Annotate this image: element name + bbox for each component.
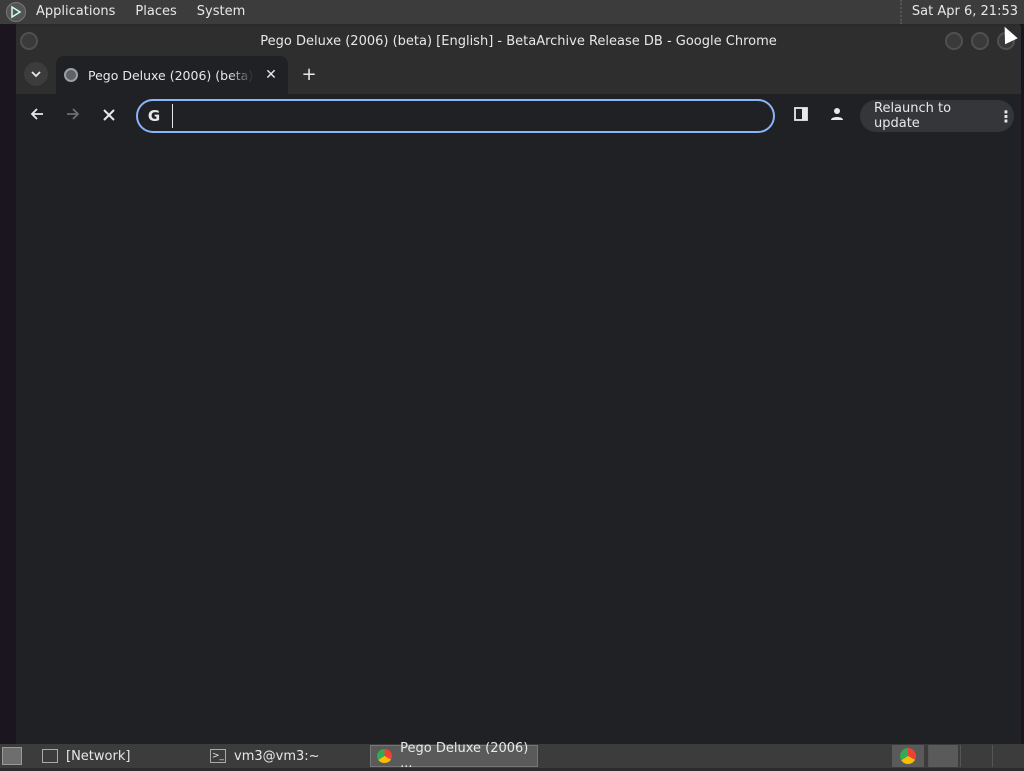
taskbar-label: vm3@vm3:~ <box>234 748 320 764</box>
tab-strip: Pego Deluxe (2006) (beta) [English] - Be… <box>16 56 1021 94</box>
chrome-icon <box>377 749 393 763</box>
window-icon <box>42 749 58 763</box>
top-panel: Applications Places System Sat Apr 6, 21… <box>0 0 1024 24</box>
workspace-1[interactable] <box>928 745 958 767</box>
tab-close-icon[interactable]: ✕ <box>262 67 280 83</box>
chrome-window: Pego Deluxe (2006) (beta) [English] - Be… <box>16 26 1021 744</box>
window-titlebar[interactable]: Pego Deluxe (2006) (beta) [English] - Be… <box>16 26 1021 56</box>
google-g-icon: G <box>147 107 161 125</box>
window-title: Pego Deluxe (2006) (beta) [English] - Be… <box>260 33 777 49</box>
back-button[interactable] <box>24 104 50 130</box>
stop-loading-button[interactable] <box>96 104 122 130</box>
close-icon <box>103 109 115 121</box>
workspace-3[interactable] <box>992 745 1022 767</box>
arrow-right-icon <box>67 108 80 120</box>
taskbar-item-terminal[interactable]: >_ vm3@vm3:~ <box>204 745 364 767</box>
taskbar-label: [Network] <box>66 748 131 764</box>
new-tab-button[interactable]: + <box>298 64 320 86</box>
address-bar-input[interactable] <box>172 104 773 128</box>
person-icon <box>831 108 843 120</box>
tab-active[interactable]: Pego Deluxe (2006) (beta) [English] - Be… <box>56 56 288 94</box>
side-panel-button[interactable] <box>788 104 814 130</box>
taskbar-item-chrome[interactable]: Pego Deluxe (2006) ... <box>370 741 538 771</box>
places-menu[interactable]: Places <box>129 0 182 24</box>
window-menu-icon[interactable] <box>20 32 38 50</box>
profile-button[interactable] <box>824 104 850 130</box>
tray-chrome[interactable] <box>892 745 924 767</box>
omnibox[interactable]: G <box>136 99 775 133</box>
panel-clock[interactable]: Sat Apr 6, 21:53 <box>899 0 1024 24</box>
tab-title: Pego Deluxe (2006) (beta) [English] - Be… <box>88 67 254 83</box>
tab-search-button[interactable] <box>24 62 48 86</box>
browser-toolbar: G Relaunch to update ⋮ <box>16 94 1021 140</box>
minimize-button[interactable] <box>945 32 963 50</box>
relaunch-to-update-button[interactable]: Relaunch to update ⋮ <box>860 100 1014 132</box>
chevron-down-icon <box>31 71 41 78</box>
arrow-left-icon <box>30 108 43 120</box>
page-content[interactable] <box>16 140 1021 744</box>
show-desktop-icon[interactable] <box>2 747 22 765</box>
taskbar-item-network[interactable]: [Network] <box>36 745 198 767</box>
terminal-icon: >_ <box>210 749 226 763</box>
relaunch-label: Relaunch to update <box>874 101 952 131</box>
forward-button[interactable] <box>60 104 86 130</box>
workspace-2[interactable] <box>960 745 990 767</box>
side-panel-icon <box>794 107 808 121</box>
system-menu[interactable]: System <box>191 0 251 24</box>
desktop-background <box>0 24 16 744</box>
kebab-menu-icon[interactable]: ⋮ <box>998 107 1014 126</box>
bottom-taskbar: [Network] >_ vm3@vm3:~ Pego Deluxe (2006… <box>0 741 1024 771</box>
chrome-tray-icon <box>900 748 916 764</box>
taskbar-label: Pego Deluxe (2006) ... <box>400 741 529 771</box>
tab-favicon-icon <box>64 68 78 82</box>
maximize-button[interactable] <box>971 32 989 50</box>
applications-menu[interactable]: Applications <box>30 0 121 24</box>
mate-menu-icon[interactable] <box>6 2 26 22</box>
